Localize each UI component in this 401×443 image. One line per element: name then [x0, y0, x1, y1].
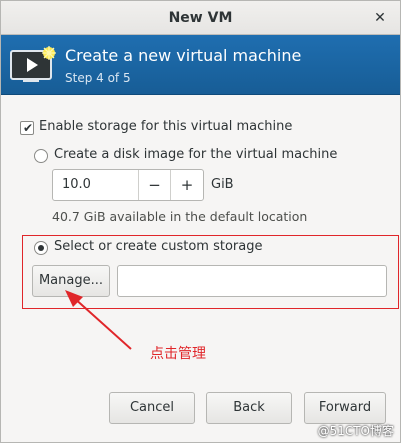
new-vm-window: New VM ✕ Create a new virtual machine St…	[0, 0, 401, 443]
forward-button[interactable]: Forward	[304, 392, 386, 424]
watermark: @51CTO博客	[317, 424, 394, 438]
annotation-text: 点击管理	[150, 346, 206, 362]
back-button[interactable]: Back	[206, 392, 292, 424]
annotation-arrow	[65, 290, 132, 350]
cancel-button[interactable]: Cancel	[109, 392, 195, 424]
